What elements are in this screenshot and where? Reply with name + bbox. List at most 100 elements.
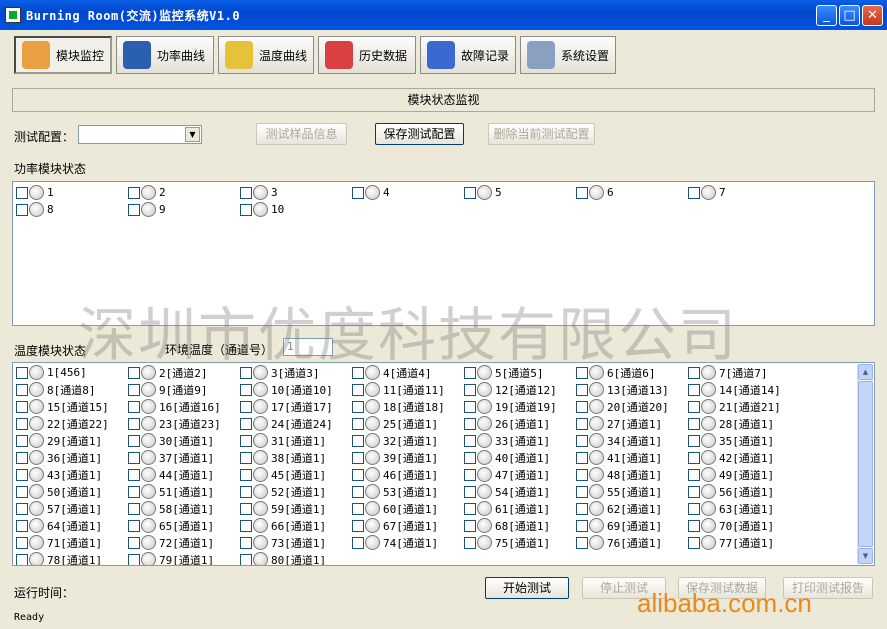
channel-checkbox[interactable]	[240, 468, 252, 481]
channel-checkbox[interactable]	[128, 485, 140, 498]
channel-checkbox[interactable]	[240, 417, 252, 430]
channel-checkbox[interactable]	[352, 519, 364, 532]
channel-checkbox[interactable]	[16, 383, 28, 396]
channel-checkbox[interactable]	[16, 400, 28, 413]
channel-checkbox[interactable]	[240, 519, 252, 532]
channel-checkbox[interactable]	[576, 519, 588, 532]
channel-checkbox[interactable]	[576, 468, 588, 481]
channel-checkbox[interactable]	[352, 383, 364, 396]
channel-checkbox[interactable]	[464, 434, 476, 447]
channel-checkbox[interactable]	[128, 468, 140, 481]
channel-checkbox[interactable]	[464, 468, 476, 481]
channel-checkbox[interactable]	[688, 400, 700, 413]
scroll-thumb[interactable]	[858, 381, 873, 547]
channel-checkbox[interactable]	[352, 536, 364, 549]
ambient-channel-input[interactable]: 1	[283, 338, 333, 356]
channel-checkbox[interactable]	[352, 502, 364, 515]
channel-checkbox[interactable]	[128, 519, 140, 532]
channel-checkbox[interactable]	[688, 502, 700, 515]
channel-checkbox[interactable]	[688, 366, 700, 379]
channel-checkbox[interactable]	[688, 186, 700, 199]
channel-checkbox[interactable]	[240, 203, 252, 216]
channel-checkbox[interactable]	[688, 536, 700, 549]
dropdown-arrow-icon[interactable]: ▼	[185, 127, 200, 142]
toolbar-button-2[interactable]: 功率曲线	[116, 36, 214, 74]
channel-checkbox[interactable]	[576, 400, 588, 413]
channel-checkbox[interactable]	[16, 519, 28, 532]
channel-checkbox[interactable]	[240, 502, 252, 515]
channel-checkbox[interactable]	[128, 451, 140, 464]
channel-checkbox[interactable]	[240, 383, 252, 396]
channel-checkbox[interactable]	[464, 519, 476, 532]
channel-checkbox[interactable]	[16, 417, 28, 430]
channel-checkbox[interactable]	[128, 553, 140, 565]
channel-checkbox[interactable]	[240, 434, 252, 447]
channel-checkbox[interactable]	[688, 485, 700, 498]
channel-checkbox[interactable]	[464, 186, 476, 199]
channel-checkbox[interactable]	[128, 502, 140, 515]
channel-checkbox[interactable]	[16, 553, 28, 565]
channel-checkbox[interactable]	[240, 536, 252, 549]
channel-checkbox[interactable]	[576, 383, 588, 396]
start-test-button[interactable]: 开始测试	[485, 577, 569, 599]
channel-checkbox[interactable]	[352, 434, 364, 447]
scroll-down-icon[interactable]: ▼	[858, 548, 873, 564]
channel-checkbox[interactable]	[240, 553, 252, 565]
channel-checkbox[interactable]	[576, 434, 588, 447]
channel-checkbox[interactable]	[576, 451, 588, 464]
channel-checkbox[interactable]	[16, 203, 28, 216]
channel-checkbox[interactable]	[688, 468, 700, 481]
channel-checkbox[interactable]	[16, 485, 28, 498]
channel-checkbox[interactable]	[240, 186, 252, 199]
channel-checkbox[interactable]	[464, 383, 476, 396]
channel-checkbox[interactable]	[464, 451, 476, 464]
channel-checkbox[interactable]	[16, 186, 28, 199]
minimize-button[interactable]: _	[816, 5, 837, 26]
channel-checkbox[interactable]	[352, 451, 364, 464]
channel-checkbox[interactable]	[128, 434, 140, 447]
channel-checkbox[interactable]	[464, 536, 476, 549]
channel-checkbox[interactable]	[240, 400, 252, 413]
channel-checkbox[interactable]	[16, 468, 28, 481]
channel-checkbox[interactable]	[128, 417, 140, 430]
channel-checkbox[interactable]	[16, 502, 28, 515]
channel-checkbox[interactable]	[576, 536, 588, 549]
channel-checkbox[interactable]	[352, 468, 364, 481]
channel-checkbox[interactable]	[576, 186, 588, 199]
temperature-scrollbar[interactable]: ▲ ▼	[857, 364, 873, 564]
channel-checkbox[interactable]	[576, 502, 588, 515]
channel-checkbox[interactable]	[464, 502, 476, 515]
save-config-button[interactable]: 保存测试配置	[375, 123, 464, 145]
toolbar-button-3[interactable]: 温度曲线	[218, 36, 314, 74]
close-button[interactable]: ✕	[862, 5, 883, 26]
channel-checkbox[interactable]	[16, 451, 28, 464]
toolbar-button-1[interactable]: 模块监控	[14, 36, 112, 74]
channel-checkbox[interactable]	[16, 536, 28, 549]
channel-checkbox[interactable]	[128, 203, 140, 216]
channel-checkbox[interactable]	[16, 434, 28, 447]
channel-checkbox[interactable]	[464, 485, 476, 498]
channel-checkbox[interactable]	[240, 485, 252, 498]
channel-checkbox[interactable]	[688, 519, 700, 532]
channel-checkbox[interactable]	[352, 417, 364, 430]
channel-checkbox[interactable]	[128, 383, 140, 396]
channel-checkbox[interactable]	[128, 186, 140, 199]
channel-checkbox[interactable]	[688, 451, 700, 464]
channel-checkbox[interactable]	[16, 366, 28, 379]
channel-checkbox[interactable]	[576, 485, 588, 498]
channel-checkbox[interactable]	[128, 536, 140, 549]
channel-checkbox[interactable]	[240, 366, 252, 379]
toolbar-button-4[interactable]: 历史数据	[318, 36, 416, 74]
channel-checkbox[interactable]	[128, 366, 140, 379]
channel-checkbox[interactable]	[688, 383, 700, 396]
channel-checkbox[interactable]	[464, 366, 476, 379]
channel-checkbox[interactable]	[464, 400, 476, 413]
channel-checkbox[interactable]	[352, 400, 364, 413]
maximize-button[interactable]: □	[839, 5, 860, 26]
delete-config-button[interactable]: 删除当前测试配置	[488, 123, 595, 145]
scroll-up-icon[interactable]: ▲	[858, 364, 873, 380]
channel-checkbox[interactable]	[688, 417, 700, 430]
channel-checkbox[interactable]	[352, 366, 364, 379]
channel-checkbox[interactable]	[352, 186, 364, 199]
toolbar-button-6[interactable]: 系统设置	[520, 36, 616, 74]
